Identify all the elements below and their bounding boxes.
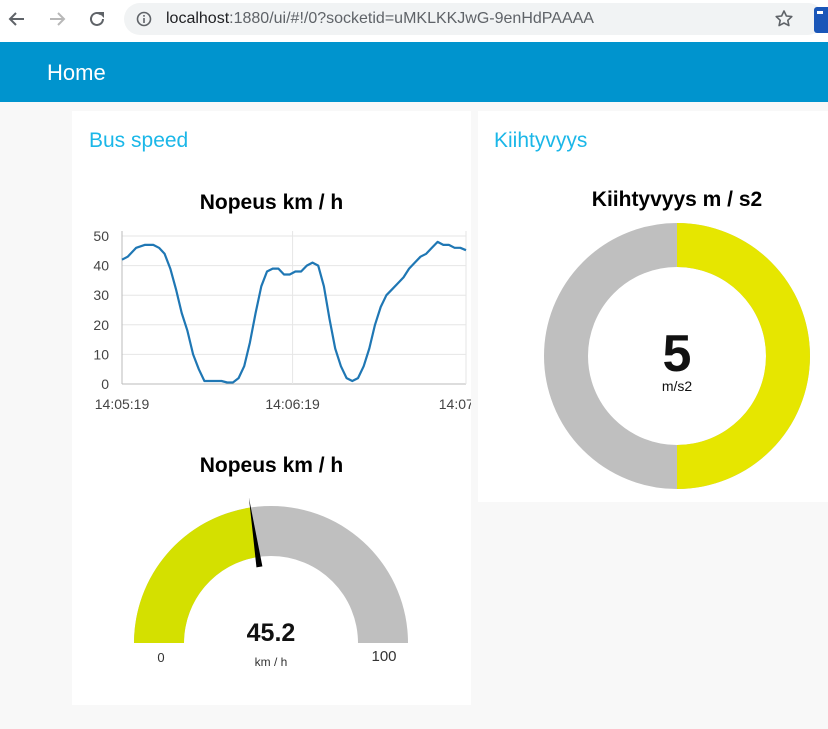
extension-icon[interactable] — [814, 7, 828, 33]
gauge-title: Nopeus km / h — [199, 454, 344, 477]
group-acceleration: Kiihtyvyys Kiihtyvyys m / s2 5 m/s2 — [478, 111, 828, 502]
y-tick-label: 30 — [93, 287, 109, 303]
url-path: :1880/ui/#!/0?socketid=uMKLKKJwG-9enHdPA… — [229, 10, 594, 27]
gauge-max-label: 100 — [371, 648, 396, 665]
y-tick-label: 0 — [101, 376, 109, 392]
acceleration-donut-gauge: 5 m/s2 — [544, 223, 810, 489]
gauge-min-label: 0 — [157, 650, 164, 665]
x-tick-label: 14:06:19 — [265, 396, 320, 412]
donut-units: m/s2 — [662, 378, 693, 394]
donut-fill — [677, 223, 810, 489]
bookmark-star-icon[interactable] — [774, 9, 794, 29]
donut-title: Kiihtyvyys m / s2 — [591, 188, 763, 211]
y-tick-label: 50 — [93, 228, 109, 244]
speed-line-chart: 0 10 20 30 40 50 14:05:19 14:06:19 14:07:20 — [93, 228, 471, 412]
gauge-units: km / h — [255, 655, 288, 669]
arrow-left-icon — [8, 12, 24, 26]
group-title-acceleration: Kiihtyvyys — [494, 129, 588, 152]
address-bar[interactable]: localhost:1880/ui/#!/0?socketid=uMKLKKJw… — [124, 3, 824, 35]
y-tick-label: 10 — [93, 346, 109, 362]
y-tick-label: 20 — [93, 317, 109, 333]
chart-title: Nopeus km / h — [199, 191, 344, 214]
info-icon[interactable] — [136, 11, 152, 27]
reload-button[interactable] — [84, 6, 110, 32]
group-title-bus-speed: Bus speed — [89, 129, 189, 152]
gauge-value: 45.2 — [247, 619, 296, 647]
gauge-fill — [134, 507, 258, 643]
y-tick-label: 40 — [93, 258, 109, 274]
x-tick-label: 14:07:20 — [439, 396, 471, 412]
x-tick-label: 14:05:19 — [95, 396, 150, 412]
group-bus-speed: Bus speed Nopeus km / h 0 10 20 30 40 50 14:05… — [72, 111, 471, 705]
arrow-right-icon — [50, 12, 66, 26]
forward-button[interactable] — [44, 6, 70, 32]
page-title: Home — [47, 60, 106, 85]
browser-toolbar: localhost:1880/ui/#!/0?socketid=uMKLKKJw… — [0, 0, 828, 42]
url-text[interactable]: localhost:1880/ui/#!/0?socketid=uMKLKKJw… — [166, 10, 594, 28]
reload-icon — [90, 11, 104, 26]
back-button[interactable] — [4, 6, 30, 32]
speed-gauge: 45.2 km / h 0 100 — [134, 497, 408, 669]
donut-value: 5 — [663, 325, 692, 383]
speed-series-line — [121, 240, 467, 384]
dashboard-toolbar: Home — [0, 42, 828, 102]
url-host: localhost — [166, 10, 230, 27]
